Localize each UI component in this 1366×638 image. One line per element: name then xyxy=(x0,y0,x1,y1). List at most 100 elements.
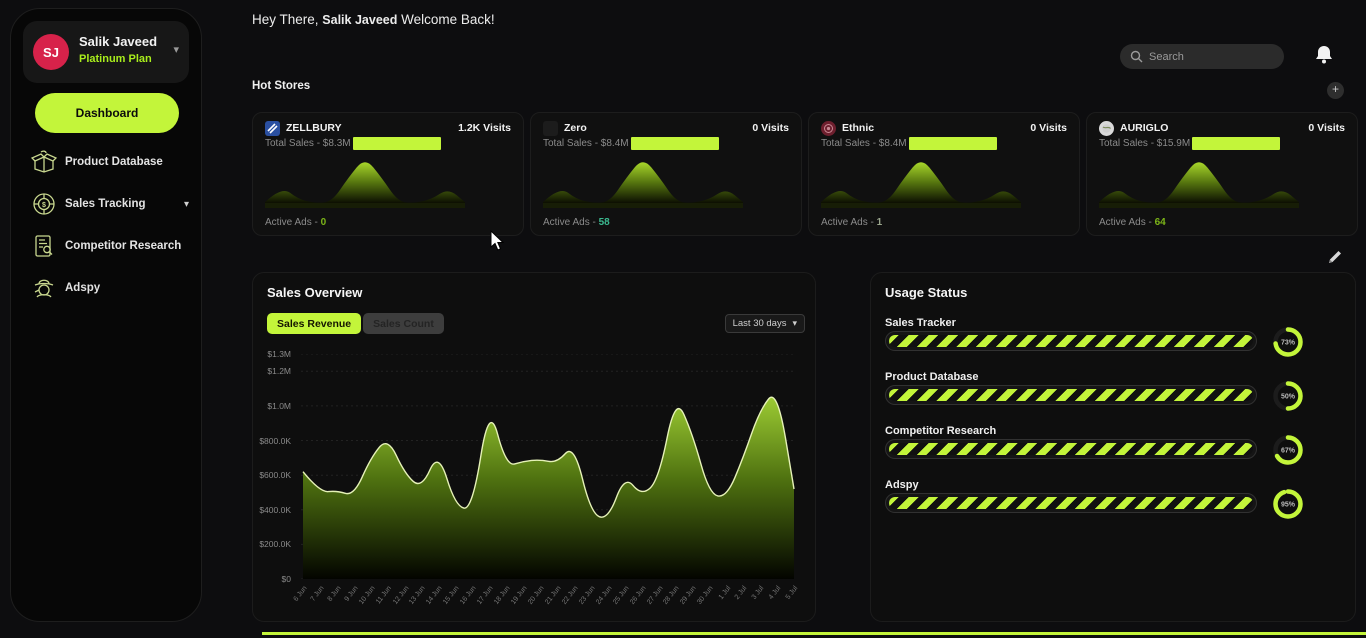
store-sparkline-chart xyxy=(821,151,1031,209)
store-visits: 1.2K Visits xyxy=(458,122,511,134)
x-tick-label: 30 Jun xyxy=(696,585,714,606)
sidebar-item-label: Dashboard xyxy=(76,106,139,120)
x-tick-label: 7 Jun xyxy=(309,585,325,603)
store-card-zero[interactable]: Zero 0 Visits Total Sales - $8.4M Active… xyxy=(530,112,802,236)
y-tick-label: $0 xyxy=(282,574,291,584)
x-tick-label: 4 Jul xyxy=(768,585,783,601)
x-tick-label: 12 Jun xyxy=(392,585,410,606)
date-range-dropdown[interactable]: Last 30 days ▾ xyxy=(725,314,805,333)
x-tick-label: 15 Jun xyxy=(442,585,460,606)
usage-bar-stripes xyxy=(889,443,1253,455)
sidebar-item-dashboard[interactable]: Dashboard xyxy=(35,93,179,133)
profile-name: Salik Javeed xyxy=(79,34,157,49)
store-name: AURIGLO xyxy=(1120,122,1168,134)
usage-status-title: Usage Status xyxy=(885,285,967,300)
store-active-ads: Active Ads - 58 xyxy=(543,217,610,228)
x-tick-label: 8 Jun xyxy=(326,585,342,603)
sidebar-item-product-database[interactable]: Product Database xyxy=(31,143,189,181)
ethnic-logo xyxy=(821,121,836,136)
bottom-accent-line xyxy=(262,632,1366,635)
usage-bar-sales-tracker xyxy=(885,331,1257,351)
usage-bar-stripes xyxy=(889,389,1253,401)
x-tick-label: 11 Jun xyxy=(375,585,393,605)
notification-bell-icon[interactable] xyxy=(1314,44,1338,68)
tab-sales-count[interactable]: Sales Count xyxy=(363,313,444,334)
usage-bar-product-database xyxy=(885,385,1257,405)
chevron-down-icon: ▾ xyxy=(792,318,797,329)
active-ads-label: Active Ads - xyxy=(1099,217,1155,228)
active-ads-label: Active Ads - xyxy=(821,217,877,228)
usage-ring-competitor-research: 67% xyxy=(1271,433,1305,467)
usage-ring-adspy: 95% xyxy=(1271,487,1305,521)
total-sales-text: Total Sales - $8.4M xyxy=(543,138,629,149)
x-tick-label: 14 Jun xyxy=(425,585,443,606)
sales-highlight-badge xyxy=(909,137,997,150)
store-card-auriglo[interactable]: AURIGLO 0 Visits Total Sales - $15.9M Ac… xyxy=(1086,112,1358,236)
auriglo-logo xyxy=(1099,121,1114,136)
store-visits: 0 Visits xyxy=(752,122,789,134)
y-tick-label: $1.3M xyxy=(267,349,291,359)
x-tick-label: 20 Jun xyxy=(527,585,545,606)
x-tick-label: 16 Jun xyxy=(459,585,477,606)
store-sparkline-chart xyxy=(1099,151,1309,209)
usage-label-sales-tracker: Sales Tracker xyxy=(885,317,956,329)
x-tick-label: 25 Jun xyxy=(612,585,630,606)
store-card-header: Zero 0 Visits xyxy=(543,119,789,137)
chevron-down-icon: ▾ xyxy=(184,199,189,210)
store-active-ads: Active Ads - 0 xyxy=(265,217,326,228)
usage-bar-stripes xyxy=(889,335,1253,347)
profile-card[interactable]: SJ Salik Javeed Platinum Plan ▾ xyxy=(23,21,189,83)
x-tick-label: 10 Jun xyxy=(358,585,376,606)
x-tick-label: 17 Jun xyxy=(476,585,494,606)
y-tick-label: $400.0K xyxy=(259,505,291,515)
x-tick-label: 27 Jun xyxy=(646,585,664,606)
edit-pencil-icon[interactable] xyxy=(1326,248,1344,266)
store-card-ethnic[interactable]: Ethnic 0 Visits Total Sales - $8.4M Acti… xyxy=(808,112,1080,236)
spy-icon xyxy=(31,275,57,301)
search-icon xyxy=(1130,50,1143,63)
x-tick-label: 26 Jun xyxy=(629,585,647,606)
x-tick-label: 13 Jun xyxy=(409,585,427,606)
usage-percent: 95% xyxy=(1281,502,1296,509)
sidebar-item-sales-tracking[interactable]: $ Sales Tracking ▾ xyxy=(31,185,189,223)
usage-bar-competitor-research xyxy=(885,439,1257,459)
x-tick-label: 21 Jun xyxy=(544,585,562,606)
avatar: SJ xyxy=(33,34,69,70)
store-active-ads: Active Ads - 1 xyxy=(821,217,882,228)
svg-text:$: $ xyxy=(42,202,46,209)
y-tick-label: $200.0K xyxy=(259,539,291,549)
usage-ring-sales-tracker: 73% xyxy=(1271,325,1305,359)
store-card-header: ZELLBURY 1.2K Visits xyxy=(265,119,511,137)
search-bar[interactable] xyxy=(1120,44,1284,69)
sales-highlight-badge xyxy=(631,137,719,150)
x-tick-label: 28 Jun xyxy=(663,585,681,606)
avatar-initials: SJ xyxy=(43,45,59,60)
y-tick-label: $1.0M xyxy=(267,401,291,411)
usage-label-competitor-research: Competitor Research xyxy=(885,425,996,437)
sales-target-icon: $ xyxy=(31,191,57,217)
sidebar-item-adspy[interactable]: Adspy xyxy=(31,269,189,307)
sidebar-item-label: Product Database xyxy=(65,156,163,168)
greeting-suffix: Welcome Back! xyxy=(401,12,495,27)
hot-stores-title: Hot Stores xyxy=(252,80,310,92)
add-store-button[interactable]: + xyxy=(1327,82,1344,99)
sales-overview-title: Sales Overview xyxy=(267,285,362,300)
tab-sales-revenue[interactable]: Sales Revenue xyxy=(267,313,361,334)
total-sales-text: Total Sales - $15.9M xyxy=(1099,138,1190,149)
sales-overview-panel: Sales Overview Sales Revenue Sales Count… xyxy=(252,272,816,622)
store-total-sales: Total Sales - $15.9M xyxy=(1099,137,1280,150)
chart-tab-group: Sales Revenue Sales Count xyxy=(267,313,444,334)
active-ads-value: 64 xyxy=(1155,217,1166,228)
sidebar-item-competitor-research[interactable]: Competitor Research xyxy=(31,227,189,265)
store-name: Ethnic xyxy=(842,122,874,134)
store-card-zellbury[interactable]: ZELLBURY 1.2K Visits Total Sales - $8.3M… xyxy=(252,112,524,236)
search-input[interactable] xyxy=(1149,51,1259,63)
usage-percent: 50% xyxy=(1281,394,1296,401)
usage-label-product-database: Product Database xyxy=(885,371,979,383)
sidebar-item-label: Adspy xyxy=(65,282,100,294)
sales-highlight-badge xyxy=(1192,137,1280,150)
sidebar-item-label: Sales Tracking xyxy=(65,198,146,210)
x-tick-label: 3 Jul xyxy=(751,585,766,601)
greeting-text: Hey There, Salik Javeed Welcome Back! xyxy=(252,12,495,27)
sales-highlight-badge xyxy=(353,137,441,150)
